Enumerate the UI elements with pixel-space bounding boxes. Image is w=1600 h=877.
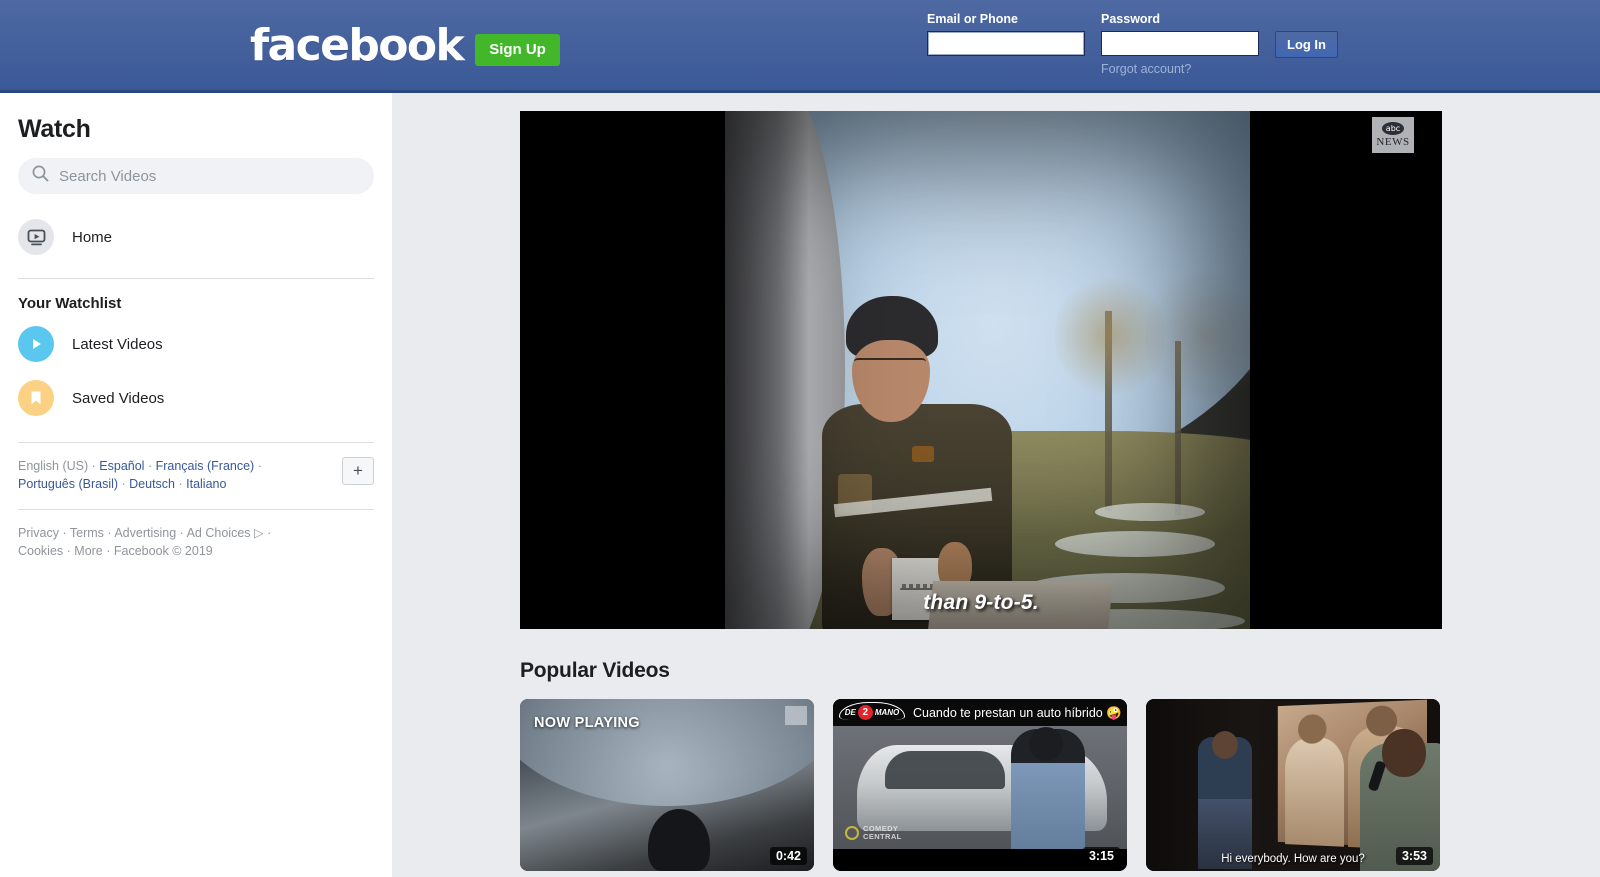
popular-videos-row: NOW PLAYING 0:42 COMEDY CENTRAL DE 2 MAN… (520, 699, 1442, 871)
sidebar-item-label-home: Home (72, 228, 113, 246)
abc-logo-icon: abc (1382, 122, 1404, 135)
legal-link-terms[interactable]: Terms (70, 526, 104, 540)
video-play-screen-icon (18, 219, 54, 255)
mano-label: MANO (874, 708, 900, 717)
legal-links: Privacy · Terms · Advertising · Ad Choic… (18, 526, 272, 558)
driver-glasses (854, 358, 926, 369)
comedy-central-text: COMEDY CENTRAL (863, 824, 902, 841)
thumb2-person-head (1029, 727, 1063, 761)
language-link-pt[interactable]: Português (Brasil) (18, 477, 118, 491)
language-current: English (US) (18, 459, 89, 473)
legal-link-cookies[interactable]: Cookies (18, 544, 63, 558)
legal-link-advertising[interactable]: Advertising (114, 526, 176, 540)
comedy-central-icon (845, 826, 859, 840)
language-link-de[interactable]: Deutsch (129, 477, 175, 491)
search-icon (32, 165, 49, 187)
legal-link-privacy[interactable]: Privacy (18, 526, 59, 540)
video-duration-1: 0:42 (769, 847, 807, 865)
thumb1-abc-watermark-icon (785, 706, 807, 725)
search-videos-box[interactable]: Search Videos (18, 158, 374, 194)
language-link-it[interactable]: Italiano (186, 477, 226, 491)
video-subtitle: than 9-to-5. (923, 591, 1039, 614)
add-language-button[interactable]: + (342, 457, 374, 485)
abc-news-text: NEWS (1376, 136, 1410, 148)
sidebar-divider-footer (18, 442, 374, 443)
snow-patch-3 (1095, 503, 1205, 521)
de-label: DE (844, 708, 856, 717)
play-circle-icon (18, 326, 54, 362)
sidebar-item-home[interactable]: Home (18, 214, 374, 260)
language-links: English (US) · Español · Français (Franc… (18, 459, 262, 491)
snow-patch-1 (1055, 531, 1215, 557)
page-title: Watch (18, 115, 91, 143)
video-thumbnail-3[interactable]: Hi everybody. How are you? 3:53 (1146, 699, 1440, 871)
password-label: Password (1101, 12, 1161, 26)
thumb3-foreground-head (1382, 729, 1426, 777)
language-link-fr[interactable]: Français (France) (156, 459, 255, 473)
screen-figure-1 (1285, 737, 1345, 847)
email-label: Email or Phone (927, 12, 1018, 26)
popular-videos-heading: Popular Videos (520, 659, 670, 682)
video-thumbnail-2[interactable]: COMEDY CENTRAL DE 2 MANO Cuando te presta… (833, 699, 1127, 871)
sidebar-item-label-saved: Saved Videos (72, 389, 165, 407)
video-caption-3: Hi everybody. How are you? (1221, 853, 1365, 865)
thumb3-stage-person-head (1212, 731, 1238, 759)
password-field-group: Password Forgot account? (1101, 12, 1259, 76)
sidebar-item-label-latest: Latest Videos (72, 335, 163, 353)
login-form: Email or Phone Password Forgot account? … (927, 12, 1338, 76)
featured-video-player[interactable]: abc NEWS than 9-to-5. (520, 111, 1442, 629)
sidebar-divider-top (18, 278, 374, 279)
legal-link-more[interactable]: More (74, 544, 102, 558)
comedy-central-logo: COMEDY CENTRAL (845, 825, 902, 841)
language-link-es[interactable]: Español (99, 459, 144, 473)
legal-link-ad-choices[interactable]: Ad Choices (187, 526, 251, 540)
email-input[interactable] (927, 31, 1085, 56)
sidebar-item-latest-videos[interactable]: Latest Videos (18, 322, 374, 366)
driver-logo-patch (912, 446, 934, 462)
footer-divider (18, 509, 374, 510)
ad-choices-icon: ▷ (254, 526, 264, 540)
copyright-text: Facebook © 2019 (113, 544, 213, 558)
log-in-button[interactable]: Log In (1275, 31, 1338, 58)
bookmark-icon (18, 380, 54, 416)
email-field-group: Email or Phone (927, 12, 1085, 56)
forgot-account-link[interactable]: Forgot account? (1101, 62, 1259, 76)
watch-sidebar: Watch Search Videos Home Your Watchlist … (0, 93, 392, 877)
facebook-logo[interactable]: facebook (250, 24, 465, 68)
delivery-driver (820, 296, 1025, 629)
thumb2-title-bar: DE 2 MANO Cuando te prestan un auto híbr… (833, 699, 1127, 726)
sidebar-item-saved-videos[interactable]: Saved Videos (18, 376, 374, 420)
video-title-2: Cuando te prestan un auto híbrido 🤪 (913, 705, 1122, 720)
sign-up-button[interactable]: Sign Up (475, 34, 560, 66)
doorbell-camera-scene (725, 111, 1250, 629)
page-body: Watch Search Videos Home Your Watchlist … (0, 93, 1600, 877)
password-input[interactable] (1101, 31, 1259, 56)
de-2-mano-logo-icon: DE 2 MANO (839, 702, 905, 722)
main-content: abc NEWS than 9-to-5. Popular Videos NOW… (392, 93, 1600, 877)
two-badge: 2 (857, 705, 873, 720)
sidebar-footer: English (US) · Español · Français (Franc… (18, 442, 374, 560)
facebook-top-bar: facebook Sign Up Email or Phone Password… (0, 0, 1600, 93)
video-duration-2: 3:15 (1082, 847, 1120, 865)
video-thumbnail-1[interactable]: NOW PLAYING 0:42 (520, 699, 814, 871)
watchlist-heading: Your Watchlist (18, 295, 122, 312)
abc-news-watermark: abc NEWS (1372, 117, 1414, 153)
content-wrapper: abc NEWS than 9-to-5. Popular Videos NOW… (520, 111, 1442, 871)
thumb2-car-window (885, 751, 1005, 789)
now-playing-label: NOW PLAYING (534, 715, 640, 731)
brand-block: facebook Sign Up (250, 24, 560, 68)
search-input[interactable]: Search Videos (59, 168, 156, 185)
